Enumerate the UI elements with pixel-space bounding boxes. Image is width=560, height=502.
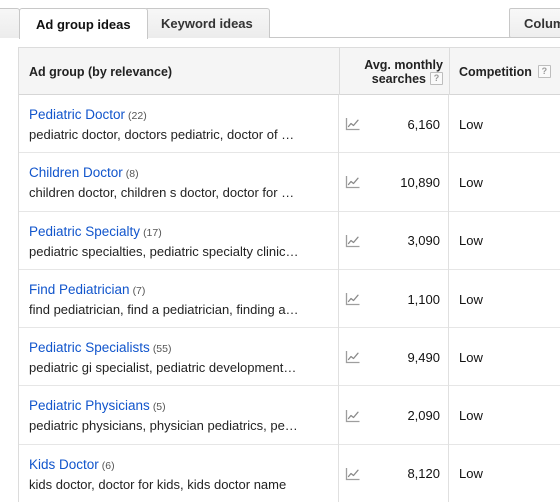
competition-value: Low bbox=[459, 116, 483, 132]
avg-monthly-searches-value: 9,490 bbox=[407, 349, 440, 365]
ad-group-link[interactable]: Kids Doctor bbox=[29, 457, 99, 472]
cell-avg-monthly-searches: 10,890 bbox=[339, 153, 449, 212]
ad-group-keywords: kids doctor, doctor for kids, kids docto… bbox=[29, 476, 287, 492]
table-row[interactable]: Children Doctor (8) children doctor, chil… bbox=[19, 153, 560, 212]
cell-ad-group: Find Pediatrician (7) find pediatrician, … bbox=[19, 269, 339, 329]
cell-avg-monthly-searches: 6,160 bbox=[339, 95, 449, 154]
ad-group-title-line: Pediatric Specialty (17) bbox=[29, 223, 328, 242]
line-chart-icon[interactable] bbox=[345, 467, 361, 481]
cell-avg-monthly-searches: 8,120 bbox=[339, 444, 449, 502]
cell-competition: Low bbox=[449, 270, 560, 328]
ad-group-title-line: Find Pediatrician (7) bbox=[29, 281, 328, 300]
column-header-ad-group[interactable]: Ad group (by relevance) bbox=[19, 48, 339, 95]
table-header-row: Ad group (by relevance) Avg. monthly sea… bbox=[19, 48, 560, 95]
competition-value: Low bbox=[459, 174, 483, 190]
avg-monthly-searches-value: 3,090 bbox=[407, 233, 440, 249]
ad-group-title-line: Children Doctor (8) bbox=[29, 164, 328, 183]
ad-group-title-line: Pediatric Specialists (55) bbox=[29, 339, 328, 358]
help-icon[interactable]: ? bbox=[537, 65, 551, 78]
ad-group-link[interactable]: Children Doctor bbox=[29, 165, 123, 180]
table-row[interactable]: Pediatric Doctor (22) pediatric doctor, d… bbox=[19, 95, 560, 154]
ad-group-link[interactable]: Pediatric Physicians bbox=[29, 398, 150, 413]
competition-value: Low bbox=[459, 408, 483, 424]
avg-monthly-searches-value: 8,120 bbox=[407, 466, 440, 482]
tab-keyword-ideas[interactable]: Keyword ideas bbox=[144, 8, 270, 38]
competition-value: Low bbox=[459, 233, 483, 249]
line-chart-icon[interactable] bbox=[345, 350, 361, 364]
competition-value: Low bbox=[459, 291, 483, 307]
cell-ad-group: Pediatric Doctor (22) pediatric doctor, d… bbox=[19, 95, 339, 154]
cell-competition: Low bbox=[449, 386, 560, 444]
avg-monthly-searches-value: 1,100 bbox=[407, 291, 440, 307]
columns-button[interactable]: Columns bbox=[509, 8, 560, 38]
column-header-avg-monthly-searches[interactable]: Avg. monthly searches ? bbox=[339, 48, 449, 95]
help-icon[interactable]: ? bbox=[430, 72, 443, 85]
table-row[interactable]: Find Pediatrician (7) find pediatrician, … bbox=[19, 269, 560, 329]
ad-group-keyword-count: (8) bbox=[125, 168, 139, 181]
tab-keyword-ideas-label: Keyword ideas bbox=[161, 16, 253, 31]
ad-group-keywords: children doctor, children s doctor, doct… bbox=[29, 185, 295, 201]
table-row[interactable]: Pediatric Physicians (5) pediatric physic… bbox=[19, 386, 560, 445]
ad-group-link[interactable]: Pediatric Doctor bbox=[29, 107, 125, 122]
avg-monthly-searches-value: 6,160 bbox=[407, 116, 440, 132]
ad-group-keywords: pediatric gi specialist, pediatric devel… bbox=[29, 360, 297, 376]
competition-value: Low bbox=[459, 349, 483, 365]
tab-bar: Ad group ideas Keyword ideas Columns bbox=[0, 0, 560, 39]
competition-value: Low bbox=[459, 466, 483, 482]
ad-group-title-line: Kids Doctor (6) bbox=[29, 456, 328, 475]
cell-ad-group: Children Doctor (8) children doctor, chil… bbox=[19, 153, 339, 212]
cell-avg-monthly-searches: 3,090 bbox=[339, 211, 449, 270]
avg-monthly-searches-value: 10,890 bbox=[400, 174, 440, 190]
tab-ad-group-ideas-label: Ad group ideas bbox=[36, 16, 131, 32]
ad-group-keywords: pediatric doctor, doctors pediatric, doc… bbox=[29, 127, 295, 142]
line-chart-icon[interactable] bbox=[345, 175, 361, 189]
cell-avg-monthly-searches: 2,090 bbox=[339, 386, 449, 445]
table-row[interactable]: Pediatric Specialists (55) pediatric gi s… bbox=[19, 328, 560, 387]
ad-group-title-line: Pediatric Doctor (22) bbox=[29, 106, 328, 125]
ad-group-ideas-table: Ad group (by relevance) Avg. monthly sea… bbox=[18, 47, 560, 502]
line-chart-icon[interactable] bbox=[345, 234, 361, 248]
column-header-ad-group-label: Ad group (by relevance) bbox=[29, 64, 173, 79]
cell-avg-monthly-searches: 9,490 bbox=[339, 328, 449, 387]
ad-group-link[interactable]: Pediatric Specialty bbox=[29, 224, 140, 239]
cell-competition: Low bbox=[449, 95, 560, 153]
cell-ad-group: Pediatric Physicians (5) pediatric physic… bbox=[19, 386, 339, 445]
columns-button-label: Columns bbox=[524, 15, 560, 31]
ad-group-keyword-count: (55) bbox=[152, 343, 172, 356]
ad-group-link[interactable]: Find Pediatrician bbox=[29, 282, 130, 297]
table-row[interactable]: Kids Doctor (6) kids doctor, doctor for k… bbox=[19, 444, 560, 502]
cell-competition: Low bbox=[449, 153, 560, 211]
ad-group-keywords: find pediatrician, find a pediatrician, … bbox=[29, 301, 299, 317]
cell-ad-group: Pediatric Specialty (17) pediatric specia… bbox=[19, 211, 339, 270]
ad-group-keyword-count: (5) bbox=[152, 401, 166, 414]
column-header-avg-line1: Avg. monthly bbox=[364, 57, 443, 72]
column-header-competition[interactable]: Competition ? bbox=[449, 48, 560, 95]
ad-group-keywords: pediatric physicians, physician pediatri… bbox=[29, 418, 298, 434]
column-header-avg-line2: searches bbox=[371, 71, 426, 86]
cell-competition: Low bbox=[449, 212, 560, 270]
column-header-competition-label: Competition bbox=[459, 64, 532, 79]
ad-group-keyword-count: (22) bbox=[128, 110, 147, 122]
cell-competition: Low bbox=[449, 445, 560, 502]
table-row[interactable]: Pediatric Specialty (17) pediatric specia… bbox=[19, 211, 560, 270]
line-chart-icon[interactable] bbox=[345, 292, 361, 306]
ad-group-keyword-count: (17) bbox=[143, 226, 162, 239]
ad-group-link[interactable]: Pediatric Specialists bbox=[29, 340, 150, 355]
cell-ad-group: Pediatric Specialists (55) pediatric gi s… bbox=[19, 328, 339, 387]
ad-group-keyword-count: (7) bbox=[132, 284, 146, 297]
keyword-planner-panel: Ad group ideas Keyword ideas Columns Ad … bbox=[0, 0, 560, 502]
table-body: Pediatric Doctor (22) pediatric doctor, d… bbox=[19, 95, 560, 502]
tab-ad-group-ideas[interactable]: Ad group ideas bbox=[19, 8, 148, 39]
ad-group-keyword-count: (6) bbox=[101, 459, 115, 472]
avg-monthly-searches-value: 2,090 bbox=[407, 408, 440, 424]
cell-ad-group: Kids Doctor (6) kids doctor, doctor for k… bbox=[19, 444, 339, 502]
ad-group-keywords: pediatric specialties, pediatric special… bbox=[29, 243, 299, 259]
line-chart-icon[interactable] bbox=[345, 409, 361, 423]
line-chart-icon[interactable] bbox=[345, 117, 361, 131]
cell-avg-monthly-searches: 1,100 bbox=[339, 269, 449, 329]
tab-strip-left-stub bbox=[0, 8, 20, 38]
cell-competition: Low bbox=[449, 328, 560, 386]
ad-group-title-line: Pediatric Physicians (5) bbox=[29, 397, 328, 416]
